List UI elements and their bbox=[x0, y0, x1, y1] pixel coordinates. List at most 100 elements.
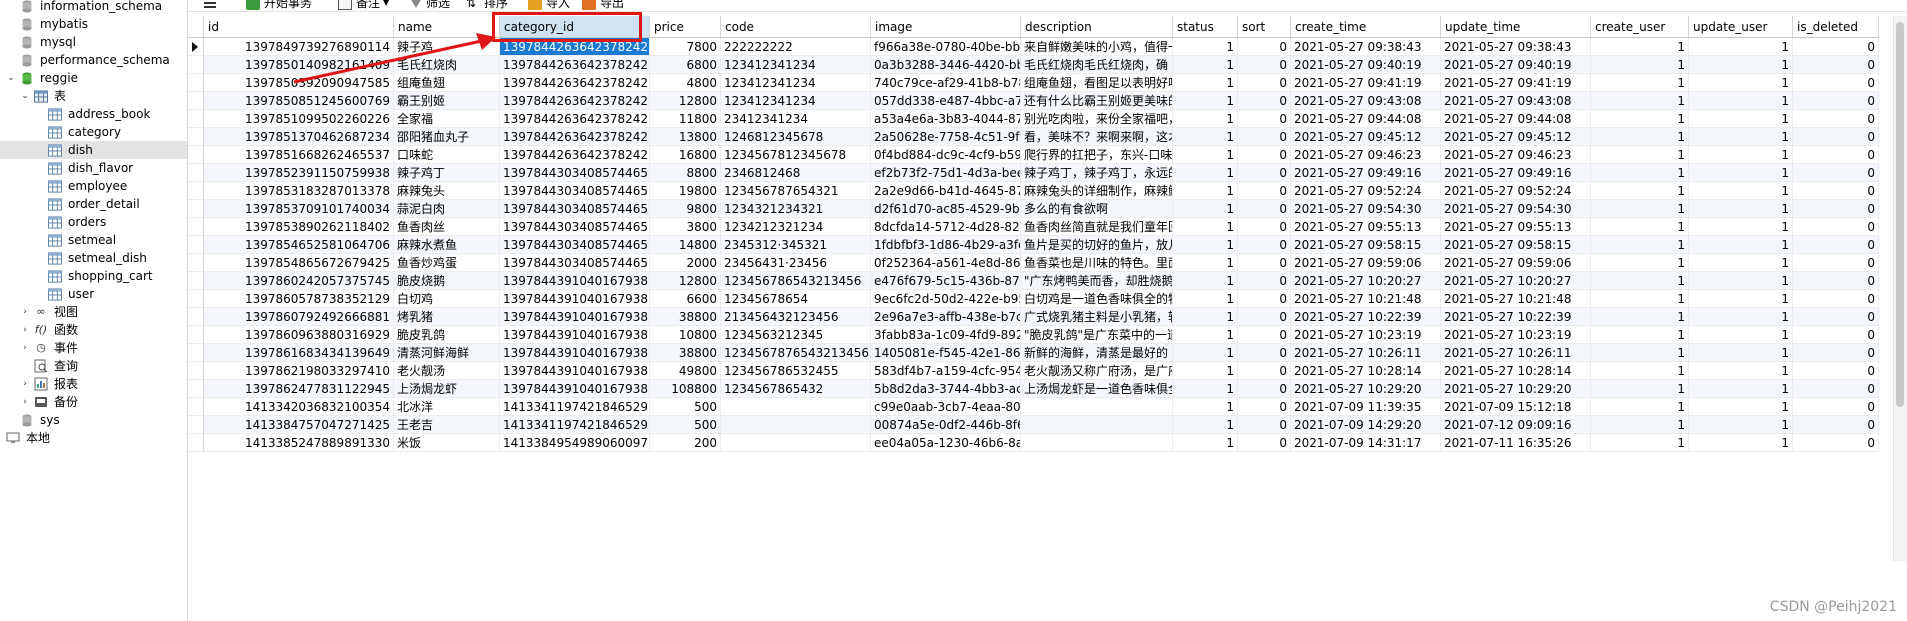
cell-id[interactable]: 1397860578738352129 bbox=[204, 290, 394, 308]
table-row[interactable]: 1397860792492666881 烤乳猪 139784439104016793… bbox=[188, 308, 1880, 326]
cell-image[interactable]: a53a4e6a-3b83-4044-87f bbox=[871, 110, 1021, 128]
cell-sort[interactable]: 0 bbox=[1238, 56, 1291, 74]
table-row[interactable]: 1397862477831122945 上汤焗龙虾 1397844391040167… bbox=[188, 380, 1880, 398]
cell-update-time[interactable]: 2021-05-27 09:44:08 bbox=[1441, 110, 1591, 128]
row-header[interactable] bbox=[188, 92, 204, 110]
cell-update-time[interactable]: 2021-05-27 10:22:39 bbox=[1441, 308, 1591, 326]
cell-price[interactable]: 11800 bbox=[650, 110, 721, 128]
cell-is-deleted[interactable]: 0 bbox=[1793, 110, 1879, 128]
sidebar-item-sys[interactable]: sys bbox=[0, 411, 187, 429]
cell-create-user[interactable]: 1 bbox=[1591, 290, 1689, 308]
cell-create-time[interactable]: 2021-05-27 10:23:19 bbox=[1291, 326, 1441, 344]
cell-update-user[interactable]: 1 bbox=[1689, 128, 1793, 146]
cell-category-id[interactable]: 1413384954989060097 bbox=[500, 434, 650, 452]
cell-create-time[interactable]: 2021-05-27 10:29:20 bbox=[1291, 380, 1441, 398]
note-button[interactable]: 备注 ▼ bbox=[338, 0, 389, 11]
cell-code[interactable] bbox=[721, 398, 871, 416]
cell-update-time[interactable]: 2021-05-27 09:59:06 bbox=[1441, 254, 1591, 272]
row-header[interactable] bbox=[188, 128, 204, 146]
cell-description[interactable]: 毛氏红烧肉毛氏红烧肉，确 bbox=[1021, 56, 1173, 74]
cell-status[interactable]: 1 bbox=[1173, 380, 1238, 398]
cell-status[interactable]: 1 bbox=[1173, 434, 1238, 452]
cell-create-user[interactable]: 1 bbox=[1591, 38, 1689, 56]
column-header-price[interactable]: price bbox=[650, 16, 721, 38]
cell-create-user[interactable]: 1 bbox=[1591, 74, 1689, 92]
cell-sort[interactable]: 0 bbox=[1238, 326, 1291, 344]
column-header-description[interactable]: description bbox=[1021, 16, 1173, 38]
cell-update-time[interactable]: 2021-05-27 09:54:30 bbox=[1441, 200, 1591, 218]
cell-description[interactable]: 别光吃肉啦，来份全家福吧， bbox=[1021, 110, 1173, 128]
cell-update-user[interactable]: 1 bbox=[1689, 272, 1793, 290]
cell-create-user[interactable]: 1 bbox=[1591, 434, 1689, 452]
cell-description[interactable]: 鱼香菜也是川味的特色。里面 bbox=[1021, 254, 1173, 272]
cell-code[interactable] bbox=[721, 416, 871, 434]
cell-code[interactable]: 1234321234321 bbox=[721, 200, 871, 218]
cell-create-time[interactable]: 2021-05-27 09:46:23 bbox=[1291, 146, 1441, 164]
cell-image[interactable]: 00874a5e-0df2-446b-8f6 bbox=[871, 416, 1021, 434]
row-header[interactable] bbox=[188, 254, 204, 272]
cell-name[interactable]: 老火靓汤 bbox=[394, 362, 500, 380]
cell-create-user[interactable]: 1 bbox=[1591, 182, 1689, 200]
cell-update-user[interactable]: 1 bbox=[1689, 254, 1793, 272]
cell-description[interactable]: 组庵鱼翅，看图足以表明好吃 bbox=[1021, 74, 1173, 92]
cell-category-id[interactable]: 1397844391040167938 bbox=[500, 380, 650, 398]
cell-update-user[interactable]: 1 bbox=[1689, 326, 1793, 344]
column-header-update-time[interactable]: update_time bbox=[1441, 16, 1591, 38]
cell-is-deleted[interactable]: 0 bbox=[1793, 164, 1879, 182]
sidebar-item-address_book[interactable]: address_book bbox=[0, 105, 187, 123]
cell-status[interactable]: 1 bbox=[1173, 326, 1238, 344]
cell-name[interactable]: 毛氏红烧肉 bbox=[394, 56, 500, 74]
cell-image[interactable]: e476f679-5c15-436b-87fa bbox=[871, 272, 1021, 290]
cell-update-time[interactable]: 2021-05-27 10:20:27 bbox=[1441, 272, 1591, 290]
cell-price[interactable]: 500 bbox=[650, 416, 721, 434]
cell-code[interactable] bbox=[721, 434, 871, 452]
cell-status[interactable]: 1 bbox=[1173, 128, 1238, 146]
cell-create-time[interactable]: 2021-05-27 09:41:19 bbox=[1291, 74, 1441, 92]
cell-id[interactable]: 1397853890262118402 bbox=[204, 218, 394, 236]
cell-status[interactable]: 1 bbox=[1173, 92, 1238, 110]
cell-status[interactable]: 1 bbox=[1173, 146, 1238, 164]
cell-create-user[interactable]: 1 bbox=[1591, 362, 1689, 380]
cell-status[interactable]: 1 bbox=[1173, 164, 1238, 182]
sidebar-item-mybatis[interactable]: mybatis bbox=[0, 15, 187, 33]
cell-code[interactable]: 12345678654 bbox=[721, 290, 871, 308]
cell-create-time[interactable]: 2021-07-09 11:39:35 bbox=[1291, 398, 1441, 416]
cell-image[interactable]: c99e0aab-3cb7-4eaa-80f bbox=[871, 398, 1021, 416]
cell-name[interactable]: 鱼香炒鸡蛋 bbox=[394, 254, 500, 272]
sidebar-item-category[interactable]: category bbox=[0, 123, 187, 141]
cell-price[interactable]: 6800 bbox=[650, 56, 721, 74]
sidebar-item--[interactable]: 查询 bbox=[0, 357, 187, 375]
table-row[interactable]: 1397854652581064706 麻辣水煮鱼 1397844303408574… bbox=[188, 236, 1880, 254]
cell-code[interactable]: 1234563212345 bbox=[721, 326, 871, 344]
cell-price[interactable]: 12800 bbox=[650, 92, 721, 110]
cell-image[interactable]: 1fdbfbf3-1d86-4b29-a3fc bbox=[871, 236, 1021, 254]
cell-name[interactable]: 辣子鸡 bbox=[394, 38, 500, 56]
cell-category-id[interactable]: 1397844391040167938 bbox=[500, 308, 650, 326]
table-row[interactable]: 1397852391150759938 辣子鸡丁 13978443034085744… bbox=[188, 164, 1880, 182]
cell-update-user[interactable]: 1 bbox=[1689, 182, 1793, 200]
cell-description[interactable]: 老火靓汤又称广府汤，是广府 bbox=[1021, 362, 1173, 380]
cell-code[interactable]: 123456786543213456 bbox=[721, 272, 871, 290]
cell-id[interactable]: 1397850392090947585 bbox=[204, 74, 394, 92]
cell-name[interactable]: 口味蛇 bbox=[394, 146, 500, 164]
cell-category-id[interactable]: 1397844303408574465 bbox=[500, 164, 650, 182]
row-header[interactable] bbox=[188, 200, 204, 218]
cell-update-time[interactable]: 2021-05-27 09:41:19 bbox=[1441, 74, 1591, 92]
cell-image[interactable]: 740c79ce-af29-41b8-b78c bbox=[871, 74, 1021, 92]
cell-price[interactable]: 9800 bbox=[650, 200, 721, 218]
cell-image[interactable]: 9ec6fc2d-50d2-422e-b954 bbox=[871, 290, 1021, 308]
chevron-right-icon[interactable]: › bbox=[20, 303, 30, 321]
row-header[interactable] bbox=[188, 38, 204, 56]
cell-image[interactable]: 583df4b7-a159-4cfc-9543 bbox=[871, 362, 1021, 380]
sidebar-item-reggie[interactable]: ⌄ reggie bbox=[0, 69, 187, 87]
row-header[interactable] bbox=[188, 218, 204, 236]
cell-update-time[interactable]: 2021-05-27 10:21:48 bbox=[1441, 290, 1591, 308]
cell-code[interactable]: 123412341234 bbox=[721, 56, 871, 74]
table-row[interactable]: 1413384757047271425 王老吉 141334119742184652… bbox=[188, 416, 1880, 434]
row-header[interactable] bbox=[188, 380, 204, 398]
cell-id[interactable]: 1397851099502260226 bbox=[204, 110, 394, 128]
cell-price[interactable]: 500 bbox=[650, 398, 721, 416]
chevron-right-icon[interactable]: › bbox=[20, 321, 30, 339]
cell-is-deleted[interactable]: 0 bbox=[1793, 128, 1879, 146]
cell-image[interactable]: 3fabb83a-1c09-4fd9-892k bbox=[871, 326, 1021, 344]
